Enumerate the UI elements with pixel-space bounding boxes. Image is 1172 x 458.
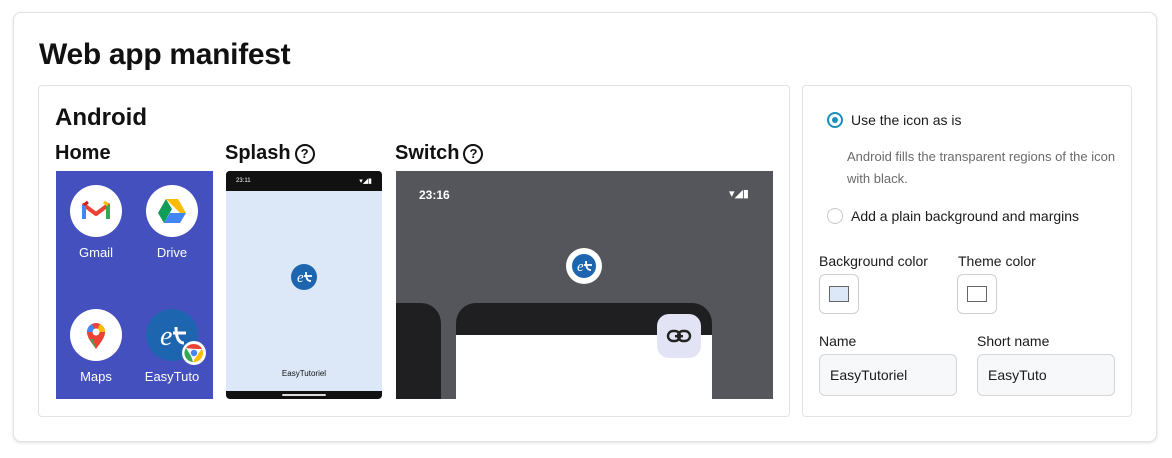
svg-text:e: e — [160, 321, 172, 352]
splash-app-icon: e — [291, 264, 317, 290]
app-gmail: Gmail — [58, 185, 134, 260]
splash-app-name: EasyTutoriel — [281, 369, 327, 378]
plain-background-radio[interactable] — [827, 208, 843, 224]
splash-preview: 23:11 ▾◢▮ e EasyTutoriel — [226, 171, 382, 399]
android-heading: Android — [55, 104, 147, 131]
as-is-hint: Android fills the transparent regions of… — [847, 149, 1116, 186]
splash-heading: Splash ? — [225, 142, 315, 165]
background-color-label: Background color — [819, 253, 928, 269]
page-title: Web app manifest — [39, 38, 291, 71]
previous-app-card — [396, 303, 441, 399]
gesture-bar — [282, 394, 326, 396]
theme-color-swatch — [967, 286, 987, 302]
theme-color-label: Theme color — [958, 253, 1036, 269]
name-input[interactable] — [819, 354, 957, 396]
app-maps: Maps — [58, 309, 134, 384]
background-color-swatch — [829, 286, 849, 302]
chrome-badge-icon — [182, 341, 206, 365]
switch-help-icon[interactable]: ? — [463, 143, 484, 164]
splash-screen: e EasyTutoriel — [226, 191, 382, 391]
use-icon-as-is-label[interactable]: Use the icon as is — [851, 112, 962, 128]
short-name-input[interactable] — [977, 354, 1115, 396]
svg-text:e: e — [577, 259, 584, 275]
switch-app-icon: e — [566, 248, 602, 284]
splash-status-bar: 23:11 ▾◢▮ — [226, 171, 382, 191]
theme-color-picker[interactable] — [957, 274, 997, 314]
plain-background-label[interactable]: Add a plain background and margins — [851, 208, 1079, 224]
app-drive: Drive — [134, 185, 210, 260]
splash-help-icon[interactable]: ? — [294, 143, 315, 164]
background-color-picker[interactable] — [819, 274, 859, 314]
switch-preview: 23:16 ▾◢▮ e — [396, 171, 773, 399]
link-icon — [657, 314, 701, 358]
maps-icon — [70, 309, 122, 361]
name-label: Name — [819, 333, 857, 349]
switch-heading: Switch ? — [395, 142, 484, 165]
easytuto-icon: e — [146, 309, 206, 365]
switch-status-time: 23:16 — [419, 188, 450, 202]
home-heading: Home — [55, 142, 111, 164]
svg-text:e: e — [297, 270, 304, 286]
use-icon-as-is-radio[interactable] — [827, 112, 843, 128]
short-name-label: Short name — [977, 333, 1050, 349]
drive-icon — [146, 185, 198, 237]
app-easytuto: e EasyTuto — [134, 309, 210, 384]
status-icons: ▾◢▮ — [728, 188, 749, 200]
home-preview: Gmail Drive Maps e EasyTuto — [56, 171, 213, 399]
status-icons: ▾◢▮ — [359, 178, 372, 185]
gmail-icon — [70, 185, 122, 237]
